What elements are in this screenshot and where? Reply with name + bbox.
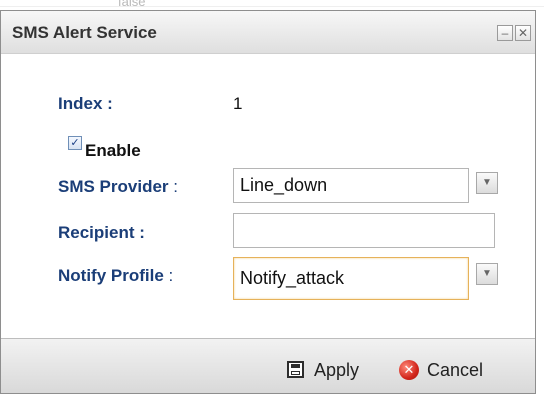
index-label: Index : [58,94,113,113]
sms-provider-value: Line_down [240,175,328,195]
background-text: false [118,0,146,9]
recipient-label: Recipient : [58,223,145,242]
cancel-label: Cancel [427,360,484,380]
check-icon: ✓ [70,137,80,149]
dialog-title: SMS Alert Service [12,23,157,42]
sms-alert-dialog: SMS Alert Service – ✕ Index : 1 ✓ Enable… [0,10,536,394]
sms-provider-label: SMS Provider : [58,177,178,197]
cancel-icon: ✕ [399,360,419,380]
notify-profile-value: Notify_attack [240,268,345,288]
sms-provider-colon: : [173,177,179,196]
save-icon [287,361,304,378]
enable-label: Enable [85,141,141,160]
dialog-footer: Apply ✕ Cancel [1,338,535,393]
index-value: 1 [233,94,243,113]
minimize-button[interactable]: – [497,25,513,41]
notify-profile-label: Notify Profile : [58,266,173,286]
chevron-down-icon: ▼ [482,177,492,188]
notify-profile-colon: : [168,266,174,285]
sms-provider-select[interactable]: Line_down [233,168,469,203]
chevron-down-icon: ▼ [482,268,492,279]
close-button[interactable]: ✕ [515,25,531,41]
enable-checkbox[interactable]: ✓ [68,136,82,150]
dialog-titlebar[interactable]: SMS Alert Service – ✕ [1,11,535,54]
notify-profile-dropdown-button[interactable]: ▼ [476,263,498,285]
recipient-input[interactable] [233,213,495,248]
notify-profile-label-text: Notify Profile [58,266,164,285]
sms-provider-dropdown-button[interactable]: ▼ [476,172,498,194]
notify-profile-select[interactable]: Notify_attack [233,257,469,300]
apply-label: Apply [314,360,360,380]
sms-provider-label-text: SMS Provider [58,177,169,196]
background-divider [0,6,544,7]
